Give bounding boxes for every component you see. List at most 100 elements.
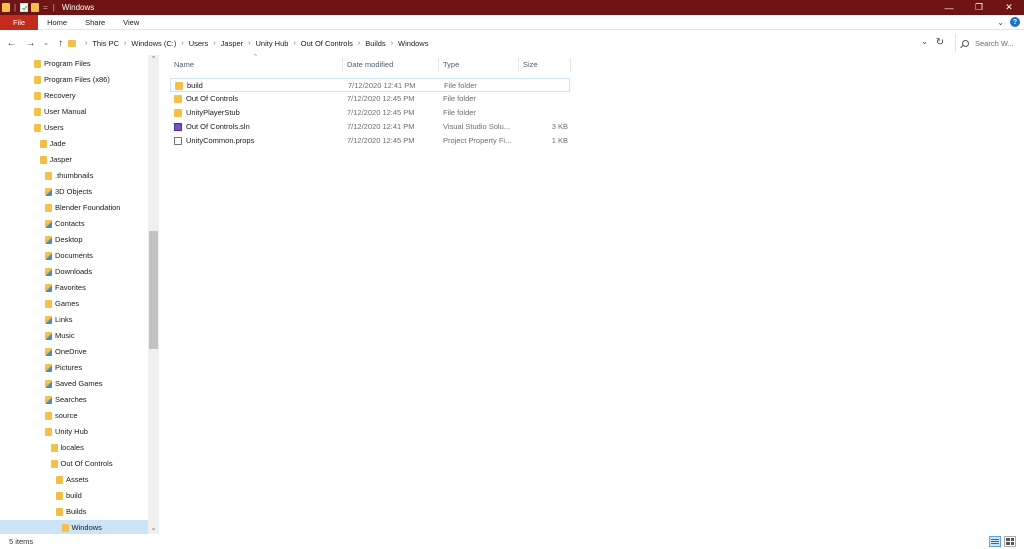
column-divider[interactable] xyxy=(438,58,439,72)
nav-item[interactable]: Links xyxy=(45,312,73,327)
properties-icon[interactable] xyxy=(20,3,29,12)
chevron-right-icon[interactable]: › xyxy=(213,40,215,47)
nav-item[interactable]: Out Of Controls xyxy=(50,456,113,471)
column-divider[interactable] xyxy=(518,58,519,72)
tab-view[interactable]: View xyxy=(114,15,148,30)
column-header-date-modified[interactable]: Date modified xyxy=(347,60,393,69)
breadcrumb-jasper[interactable]: Jasper xyxy=(221,39,244,48)
nav-item[interactable]: Jasper xyxy=(39,152,72,167)
column-divider[interactable] xyxy=(570,58,571,72)
nav-item[interactable]: Recovery xyxy=(34,88,76,103)
nav-item[interactable]: Pictures xyxy=(45,360,82,375)
address-bar[interactable]: › This PC › Windows (C:) › Users › Jaspe… xyxy=(68,34,932,52)
chevron-right-icon[interactable]: › xyxy=(293,40,295,47)
chevron-right-icon[interactable]: › xyxy=(248,40,250,47)
chevron-right-icon[interactable]: › xyxy=(85,40,87,47)
nav-item[interactable]: locales xyxy=(50,440,84,455)
nav-item[interactable]: OneDrive xyxy=(45,344,87,359)
breadcrumb-out-of-controls[interactable]: Out Of Controls xyxy=(301,39,353,48)
recent-locations-chevron-icon[interactable]: ⌄ xyxy=(42,33,50,53)
nav-item[interactable]: Users xyxy=(34,120,64,135)
nav-item[interactable]: Blender Foundation xyxy=(45,200,120,215)
folder-icon xyxy=(50,443,58,452)
nav-item-label: Pictures xyxy=(55,363,83,372)
file-row[interactable]: Out Of Controls 7/12/2020 12:45 PM File fo… xyxy=(170,92,570,106)
nav-item-label: Users xyxy=(44,123,64,132)
nav-item[interactable]: Games xyxy=(45,296,79,311)
breadcrumb-unity-hub[interactable]: Unity Hub xyxy=(256,39,289,48)
navigation-scrollbar[interactable]: ⌃ ⌄ xyxy=(148,55,159,534)
nav-item[interactable]: Searches xyxy=(45,392,87,407)
nav-item-label: Blender Foundation xyxy=(55,203,121,212)
back-button[interactable]: ← xyxy=(5,33,18,53)
close-button[interactable]: ✕ xyxy=(994,0,1024,15)
nav-item[interactable]: Favorites xyxy=(45,280,86,295)
nav-item[interactable]: Downloads xyxy=(45,264,92,279)
navigation-pane[interactable]: Program Files Program Files (x86) Recovery… xyxy=(0,55,160,534)
nav-item[interactable]: build xyxy=(56,488,82,503)
nav-item-label: Builds xyxy=(66,507,87,516)
file-row[interactable]: UnityCommon.props 7/12/2020 12:45 PM Proje… xyxy=(170,134,570,148)
breadcrumb-this-pc[interactable]: This PC xyxy=(92,39,119,48)
nav-item-label: OneDrive xyxy=(55,347,87,356)
nav-item-label: Favorites xyxy=(55,283,86,292)
nav-item[interactable]: Documents xyxy=(45,248,93,263)
scroll-down-icon[interactable]: ⌄ xyxy=(149,524,158,534)
help-icon[interactable]: ? xyxy=(1010,17,1020,27)
file-date-modified: 7/12/2020 12:41 PM xyxy=(348,81,416,90)
column-header-name[interactable]: Name xyxy=(174,60,194,69)
maximize-button[interactable]: ❐ xyxy=(964,0,994,15)
nav-item[interactable]: Windows xyxy=(0,520,148,534)
file-type: File folder xyxy=(444,81,477,90)
address-dropdown-icon[interactable]: ⌄ xyxy=(921,37,928,46)
file-type: File folder xyxy=(443,108,476,117)
nav-item[interactable]: Saved Games xyxy=(45,376,103,391)
file-row[interactable]: build 7/12/2020 12:41 PM File folder xyxy=(170,78,570,92)
nav-item[interactable]: User Manual xyxy=(34,104,87,119)
new-folder-icon[interactable] xyxy=(31,3,40,12)
search-box[interactable]: Search W... xyxy=(955,34,1024,52)
minimize-button[interactable]: — xyxy=(934,0,964,15)
column-divider[interactable] xyxy=(342,58,343,72)
nav-item[interactable]: Builds xyxy=(56,504,86,519)
nav-item[interactable]: Assets xyxy=(56,472,89,487)
chevron-right-icon[interactable]: › xyxy=(358,40,360,47)
tab-home[interactable]: Home xyxy=(38,15,76,30)
nav-item[interactable]: .thumbnails xyxy=(45,168,93,183)
up-button[interactable]: ↑ xyxy=(54,33,67,53)
chevron-right-icon[interactable]: › xyxy=(181,40,183,47)
tab-share[interactable]: Share xyxy=(76,15,114,30)
nav-item[interactable]: Unity Hub xyxy=(45,424,88,439)
refresh-button[interactable]: ↻ xyxy=(934,34,946,51)
breadcrumb-users[interactable]: Users xyxy=(189,39,209,48)
customize-toolbar-icon[interactable]: = xyxy=(43,3,48,12)
nav-item[interactable]: source xyxy=(45,408,78,423)
nav-item[interactable]: Program Files xyxy=(34,56,91,71)
scroll-up-icon[interactable]: ⌃ xyxy=(149,55,158,65)
tab-file[interactable]: File xyxy=(0,14,39,30)
expand-ribbon-icon[interactable]: ⌄ xyxy=(997,18,1004,27)
details-view-button[interactable] xyxy=(989,536,1001,547)
large-icons-view-button[interactable] xyxy=(1004,536,1016,547)
chevron-right-icon[interactable]: › xyxy=(391,40,393,47)
nav-item-label: User Manual xyxy=(44,107,87,116)
column-header-size[interactable]: Size xyxy=(523,60,538,69)
chevron-right-icon[interactable]: › xyxy=(124,40,126,47)
column-header-type[interactable]: Type xyxy=(443,60,459,69)
nav-item[interactable]: 3D Objects xyxy=(45,184,92,199)
folder-icon xyxy=(34,123,41,132)
nav-item[interactable]: Jade xyxy=(39,136,66,151)
scrollbar-thumb[interactable] xyxy=(149,231,158,349)
breadcrumb-windows[interactable]: Windows xyxy=(398,39,428,48)
nav-item[interactable]: Program Files (x86) xyxy=(34,72,110,87)
folder-icon xyxy=(50,459,58,468)
breadcrumb-builds[interactable]: Builds xyxy=(365,39,385,48)
nav-item[interactable]: Desktop xyxy=(45,232,83,247)
breadcrumb-windows-c[interactable]: Windows (C:) xyxy=(131,39,176,48)
nav-item[interactable]: Music xyxy=(45,328,75,343)
forward-button[interactable]: → xyxy=(24,33,37,53)
nav-item[interactable]: Contacts xyxy=(45,216,85,231)
folder-icon xyxy=(34,75,41,84)
file-row[interactable]: Out Of Controls.sln 7/12/2020 12:41 PM Vis… xyxy=(170,120,570,134)
file-row[interactable]: UnityPlayerStub 7/12/2020 12:45 PM File fo… xyxy=(170,106,570,120)
